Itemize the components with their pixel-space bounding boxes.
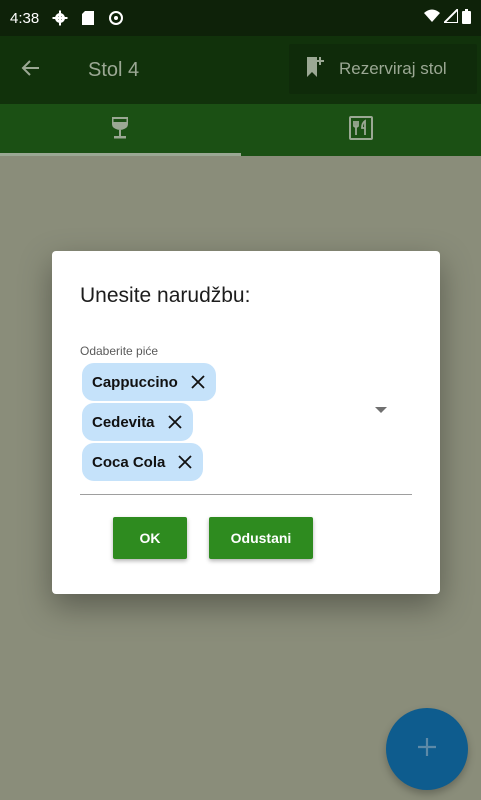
reserve-seat-button[interactable]: Rezerviraj stol [289,44,477,94]
status-bar: 4:38 [0,0,481,36]
cancel-button[interactable]: Odustani [209,517,313,559]
order-dialog: Unesite narudžbu: Odaberite piće Cappucc… [52,251,440,594]
ok-button[interactable]: OK [113,517,187,559]
drink-select-label: Odaberite piće [80,344,159,358]
app-bar: Stol 4 Rezerviraj stol [0,36,481,104]
restaurant-menu-icon [348,115,373,145]
chip-label: Cappuccino [92,373,178,391]
close-icon[interactable] [177,454,193,470]
chip-cappuccino[interactable]: Cappuccino [82,363,216,401]
dialog-title: Unesite narudžbu: [80,284,251,307]
close-icon[interactable] [167,414,183,430]
status-time: 4:38 [10,9,40,27]
sd-card-icon [79,9,97,27]
dropdown-arrow-icon[interactable] [375,407,387,413]
page-title: Stol 4 [88,58,140,81]
add-order-fab[interactable] [386,708,468,790]
tab-bar [0,104,481,156]
status-right-icons [424,6,471,28]
reserve-seat-label: Rezerviraj stol [339,59,447,78]
wifi-icon [424,9,440,27]
chip-cedevita[interactable]: Cedevita [82,403,193,441]
battery-icon [462,8,471,28]
back-button[interactable] [0,36,62,104]
bookmark-add-icon [305,56,339,83]
chip-coca-cola[interactable]: Coca Cola [82,443,204,481]
tab-drinks[interactable] [0,104,241,156]
signal-icon [441,6,459,27]
tab-food[interactable] [241,104,481,156]
sync-icon [107,9,125,27]
wine-glass-icon [111,116,129,145]
chip-label: Coca Cola [92,453,166,471]
gear-icon [51,9,69,27]
plus-icon [416,736,438,763]
chip-label: Cedevita [92,413,155,431]
arrow-back-icon [21,58,41,83]
close-icon[interactable] [190,374,206,390]
field-underline [80,494,412,495]
